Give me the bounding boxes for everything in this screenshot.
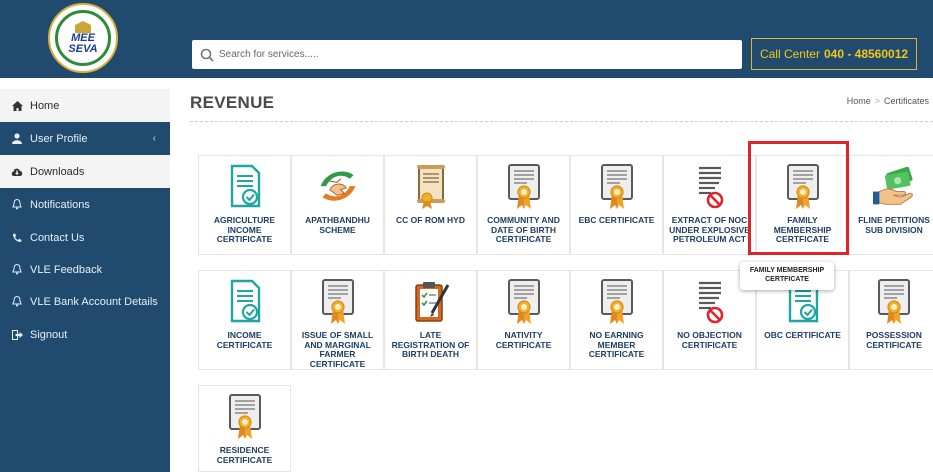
sidebar-item-label: Notifications bbox=[30, 198, 90, 211]
service-label: EBC CERTIFICATE bbox=[578, 215, 655, 225]
sidebar-item-notifications[interactable]: Notifications bbox=[0, 188, 170, 221]
tooltip: FAMILY MEMBERSHIP CERTFICATE bbox=[740, 262, 834, 290]
service-label: NO OBJECTION CERTIFICATE bbox=[677, 330, 742, 350]
noc-icon bbox=[689, 164, 731, 210]
service-label: AGRICULTURE INCOME CERTIFICATE bbox=[213, 215, 276, 244]
service-card-cc-of-rom-hyd[interactable]: CC OF ROM HYD bbox=[384, 155, 477, 255]
service-label: ISSUE OF SMALL AND MARGINAL FARMER CERTI… bbox=[301, 330, 374, 369]
signout-icon bbox=[10, 329, 24, 341]
bell-icon bbox=[10, 264, 24, 276]
sidebar-item-home[interactable]: Home bbox=[0, 89, 170, 122]
home-icon bbox=[10, 100, 24, 112]
money-hand-icon bbox=[873, 164, 915, 210]
service-card-apathbandhu[interactable]: APATHBANDHU SCHEME bbox=[291, 155, 384, 255]
service-label: LATE REGISTRATION OF BIRTH DEATH bbox=[391, 330, 470, 359]
service-label: APATHBANDHU SCHEME bbox=[305, 215, 370, 235]
service-label: RESIDENCE CERTIFICATE bbox=[216, 445, 273, 465]
breadcrumb: Home > Certificates bbox=[847, 96, 929, 106]
breadcrumb-home[interactable]: Home bbox=[847, 96, 871, 106]
service-label: COMMUNITY AND DATE OF BIRTH CERTIFICATE bbox=[487, 215, 560, 244]
sidebar-item-label: Home bbox=[30, 99, 60, 112]
document-teal-icon bbox=[224, 279, 266, 325]
sidebar-item-vle-bank-account[interactable]: VLE Bank Account Details bbox=[0, 285, 170, 318]
sidebar-item-downloads[interactable]: Downloads bbox=[0, 155, 170, 188]
certificate-icon bbox=[873, 279, 915, 325]
sidebar-item-label: Contact Us bbox=[30, 231, 85, 244]
breadcrumb-separator: > bbox=[874, 96, 880, 106]
noc-icon bbox=[689, 279, 731, 325]
call-center-button[interactable]: Call Center 040 - 48560012 bbox=[751, 38, 917, 70]
sidebar-item-label: VLE Feedback bbox=[30, 263, 103, 276]
service-card-small-marginal-farmer[interactable]: ISSUE OF SMALL AND MARGINAL FARMER CERTI… bbox=[291, 270, 384, 370]
bell-icon bbox=[10, 199, 24, 211]
selection-highlight bbox=[748, 141, 849, 255]
document-teal-icon bbox=[224, 164, 266, 210]
user-icon bbox=[10, 133, 24, 145]
sidebar-item-vle-feedback[interactable]: VLE Feedback bbox=[0, 253, 170, 286]
logo-text-seva: SEVA bbox=[68, 43, 98, 55]
service-card-agriculture-income[interactable]: AGRICULTURE INCOME CERTIFICATE bbox=[198, 155, 291, 255]
service-label: CC OF ROM HYD bbox=[396, 215, 465, 225]
service-label: NO EARNING MEMBER CERTIFICATE bbox=[588, 330, 645, 359]
sidebar-item-label: User Profile bbox=[30, 132, 88, 145]
sidebar-item-label: Downloads bbox=[30, 165, 85, 178]
search-box[interactable] bbox=[192, 40, 742, 69]
page-title: REVENUE bbox=[190, 93, 275, 112]
sidebar-item-label: Signout bbox=[30, 328, 68, 341]
certificate-icon bbox=[503, 279, 545, 325]
scroll-certificate-icon bbox=[410, 164, 452, 210]
service-card-residence[interactable]: RESIDENCE CERTIFICATE bbox=[198, 385, 291, 472]
sidebar-item-label: VLE Bank Account Details bbox=[30, 295, 158, 308]
call-center-number: 040 - 48560012 bbox=[823, 47, 909, 61]
search-input[interactable] bbox=[219, 49, 719, 60]
sidebar-item-contact-us[interactable]: Contact Us bbox=[0, 221, 170, 254]
sidebar-item-user-profile[interactable]: User Profile ‹ bbox=[0, 122, 170, 155]
certificate-icon bbox=[596, 279, 638, 325]
call-center-label: Call Center bbox=[759, 47, 820, 61]
certificate-icon bbox=[503, 164, 545, 210]
service-card-ebc[interactable]: EBC CERTIFICATE bbox=[570, 155, 663, 255]
search-icon bbox=[200, 48, 214, 62]
service-label: OBC CERTIFICATE bbox=[764, 330, 841, 340]
certificate-icon bbox=[596, 164, 638, 210]
service-card-extract-noc[interactable]: EXTRACT OF NOC UNDER EXPLOSIVE PETROLEUM… bbox=[663, 155, 756, 255]
service-card-possession[interactable]: POSSESSION CERTIFICATE bbox=[849, 270, 933, 370]
sidebar-gap bbox=[0, 78, 170, 89]
service-label: POSSESSION CERTIFICATE bbox=[866, 330, 922, 350]
cloud-download-icon bbox=[10, 166, 24, 178]
hands-icon bbox=[317, 164, 359, 210]
service-card-late-registration[interactable]: LATE REGISTRATION OF BIRTH DEATH bbox=[384, 270, 477, 370]
logo-emblem: MEE SEVA bbox=[55, 10, 111, 66]
chevron-left-icon: ‹ bbox=[152, 133, 156, 144]
mee-seva-logo[interactable]: MEE SEVA bbox=[48, 3, 118, 73]
service-label: EXTRACT OF NOC UNDER EXPLOSIVE PETROLEUM… bbox=[669, 215, 750, 244]
breadcrumb-certificates[interactable]: Certificates bbox=[884, 96, 929, 106]
service-card-community-dob[interactable]: COMMUNITY AND DATE OF BIRTH CERTIFICATE bbox=[477, 155, 570, 255]
service-label: FLINE PETITIONS SUB DIVISION bbox=[858, 215, 930, 235]
title-divider bbox=[190, 121, 933, 122]
phone-icon bbox=[10, 232, 24, 244]
service-label: NATIVITY CERTIFICATE bbox=[495, 330, 552, 350]
service-label: INCOME CERTIFICATE bbox=[216, 330, 273, 350]
sidebar-item-signout[interactable]: Signout bbox=[0, 318, 170, 351]
certificate-icon bbox=[224, 394, 266, 440]
service-card-fline-petitions[interactable]: FLINE PETITIONS SUB DIVISION bbox=[849, 155, 933, 255]
service-card-no-earning-member[interactable]: NO EARNING MEMBER CERTIFICATE bbox=[570, 270, 663, 370]
service-card-nativity[interactable]: NATIVITY CERTIFICATE bbox=[477, 270, 570, 370]
service-card-income[interactable]: INCOME CERTIFICATE bbox=[198, 270, 291, 370]
bell-icon bbox=[10, 296, 24, 308]
certificate-icon bbox=[317, 279, 359, 325]
clipboard-pen-icon bbox=[410, 279, 452, 325]
